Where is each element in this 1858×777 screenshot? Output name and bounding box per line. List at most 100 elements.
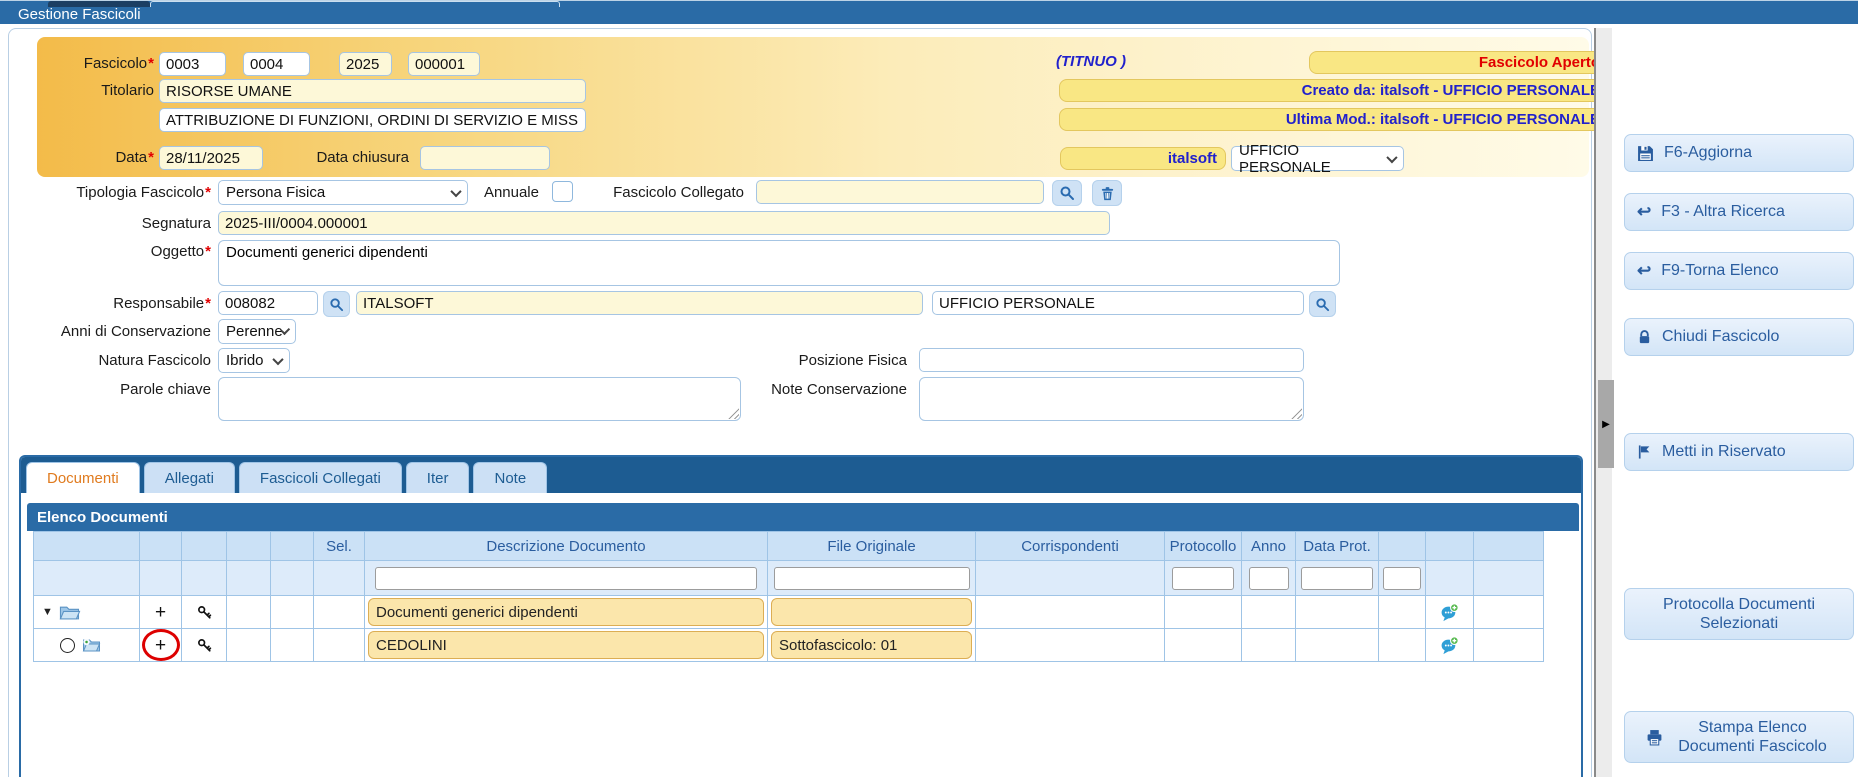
metti-in-riservato-button[interactable]: Metti in Riservato bbox=[1624, 433, 1854, 471]
fascicolo-field-1[interactable] bbox=[159, 52, 226, 76]
oggetto-field[interactable]: Documenti generici dipendenti bbox=[218, 240, 1340, 286]
tab-iter[interactable]: Iter bbox=[406, 462, 470, 493]
search-icon bbox=[329, 297, 344, 312]
tab-documenti[interactable]: Documenti bbox=[26, 462, 140, 493]
responsabile-label: Responsabile* bbox=[9, 295, 211, 312]
main-panel: Fascicolo* (TITNUO ) Fascicolo Aperto Ti… bbox=[8, 28, 1592, 777]
ufficio-select[interactable]: UFFICIO PERSONALE bbox=[1231, 146, 1404, 171]
responsabile-search-button[interactable] bbox=[323, 291, 350, 317]
f9-torna-elenco-button[interactable]: ↩ F9-Torna Elenco bbox=[1624, 252, 1854, 290]
back-arrow-icon: ↩ bbox=[1637, 202, 1651, 222]
key-icon bbox=[197, 605, 212, 620]
cell-blank bbox=[1474, 596, 1543, 629]
natura-fascicolo-value: Ibrido bbox=[226, 352, 264, 369]
responsabile-code-field[interactable] bbox=[218, 291, 318, 315]
filter-blank bbox=[140, 561, 182, 596]
tipologia-label: Tipologia Fascicolo* bbox=[9, 184, 211, 201]
natura-fascicolo-select[interactable]: Ibrido bbox=[218, 348, 290, 373]
required-asterisk: * bbox=[205, 295, 211, 312]
fascicolo-collegato-delete-button[interactable] bbox=[1092, 180, 1122, 206]
filter-extra-input[interactable] bbox=[1383, 567, 1421, 590]
tab-note[interactable]: Note bbox=[473, 462, 547, 493]
fascicolo-collegato-field[interactable] bbox=[756, 180, 1044, 204]
cell-file-originale[interactable]: Sottofascicolo: 01 bbox=[771, 631, 972, 659]
titnuo-label: (TITNUO ) bbox=[1056, 53, 1126, 70]
tab-strip: Documenti Allegati Fascicoli Collegati I… bbox=[21, 457, 1581, 493]
cell-descrizione[interactable]: CEDOLINI bbox=[368, 631, 764, 659]
required-asterisk: * bbox=[205, 184, 211, 201]
cell-file-originale[interactable] bbox=[771, 598, 972, 626]
filter-file-input[interactable] bbox=[774, 567, 970, 590]
tab-allegati[interactable]: Allegati bbox=[144, 462, 235, 493]
header-protocollo[interactable]: Protocollo bbox=[1165, 532, 1242, 561]
filter-blank bbox=[182, 561, 227, 596]
cell-descrizione[interactable]: Documenti generici dipendenti bbox=[368, 598, 764, 626]
permissions-button[interactable] bbox=[182, 629, 227, 662]
responsabile-office-search-button[interactable] bbox=[1309, 291, 1336, 317]
app-window: Gestione Fascicoli Fascicolo* (TITNUO ) … bbox=[0, 0, 1858, 777]
tab-fascicoli-collegati[interactable]: Fascicoli Collegati bbox=[239, 462, 402, 493]
responsabile-office-field[interactable] bbox=[932, 291, 1304, 315]
expand-icon[interactable]: ▼ bbox=[42, 606, 53, 618]
creato-da-badge: Creato da: italsoft - UFFICIO PERSONALE bbox=[1059, 79, 1609, 102]
fascicolo-collegato-search-button[interactable] bbox=[1052, 180, 1082, 206]
add-document-button[interactable]: + bbox=[155, 603, 166, 622]
cell-blank bbox=[271, 596, 314, 629]
fascicolo-field-2[interactable] bbox=[243, 52, 310, 76]
cell-data-prot bbox=[1296, 596, 1379, 629]
parole-chiave-field[interactable] bbox=[218, 377, 741, 421]
chiudi-fascicolo-button[interactable]: Chiudi Fascicolo bbox=[1624, 318, 1854, 356]
trash-icon bbox=[1100, 186, 1115, 201]
header-data-prot[interactable]: Data Prot. bbox=[1296, 532, 1379, 561]
titolario-field-2[interactable] bbox=[159, 108, 586, 132]
elenco-documenti-header: Elenco Documenti bbox=[27, 503, 1579, 531]
filter-descrizione-input[interactable] bbox=[375, 567, 757, 590]
segnatura-field[interactable] bbox=[218, 211, 1110, 235]
search-icon bbox=[1315, 297, 1330, 312]
segnatura-label: Segnatura bbox=[9, 215, 211, 232]
header-file-originale[interactable]: File Originale bbox=[768, 532, 976, 561]
protocolla-documenti-button[interactable]: Protocolla Documenti Selezionati bbox=[1624, 588, 1854, 640]
header-anno[interactable]: Anno bbox=[1242, 532, 1296, 561]
comment-add-icon bbox=[1440, 636, 1459, 655]
note-conservazione-field[interactable] bbox=[919, 377, 1304, 421]
f6-aggiorna-button[interactable]: F6-Aggiorna bbox=[1624, 134, 1854, 172]
fascicolo-field-year[interactable] bbox=[339, 52, 392, 76]
filter-anno-input[interactable] bbox=[1249, 567, 1289, 590]
data-field[interactable] bbox=[159, 146, 263, 170]
splitter-handle[interactable]: ▶ bbox=[1598, 380, 1614, 468]
button-label: F3 - Altra Ricerca bbox=[1661, 202, 1785, 221]
notes-button[interactable] bbox=[1426, 596, 1474, 629]
table-header-row: Sel. Descrizione Documento File Original… bbox=[34, 532, 1543, 561]
titolario-field-1[interactable] bbox=[159, 79, 586, 103]
table-row: + CEDOLINI Sottofascicolo: 01 bbox=[34, 629, 1543, 662]
posizione-fisica-field[interactable] bbox=[919, 348, 1304, 372]
oggetto-label: Oggetto* bbox=[9, 243, 211, 260]
filter-data-prot-input[interactable] bbox=[1301, 567, 1373, 590]
permissions-button[interactable] bbox=[182, 596, 227, 629]
f3-altra-ricerca-button[interactable]: ↩ F3 - Altra Ricerca bbox=[1624, 193, 1854, 231]
stampa-elenco-button[interactable]: Stampa Elenco Documenti Fascicolo bbox=[1624, 711, 1854, 763]
key-icon bbox=[197, 638, 212, 653]
comment-add-icon bbox=[1440, 603, 1459, 622]
data-chiusura-field[interactable] bbox=[420, 146, 550, 170]
panel-splitter[interactable]: ▶ bbox=[1594, 28, 1612, 777]
header-descrizione[interactable]: Descrizione Documento bbox=[365, 532, 768, 561]
anni-conservazione-select[interactable]: Perenne bbox=[218, 319, 296, 344]
natura-fascicolo-label: Natura Fascicolo bbox=[9, 352, 211, 369]
ufficio-select-value: UFFICIO PERSONALE bbox=[1239, 142, 1388, 176]
ultima-mod-badge: Ultima Mod.: italsoft - UFFICIO PERSONAL… bbox=[1059, 108, 1609, 131]
background-tab[interactable] bbox=[150, 1, 560, 7]
cell-corrispondenti bbox=[976, 596, 1165, 629]
filter-protocollo-input[interactable] bbox=[1172, 567, 1234, 590]
notes-button[interactable] bbox=[1426, 629, 1474, 662]
search-icon bbox=[1059, 185, 1075, 201]
row-radio-button[interactable] bbox=[60, 638, 75, 653]
add-document-button[interactable]: + bbox=[155, 636, 166, 655]
button-label: Chiudi Fascicolo bbox=[1662, 327, 1779, 346]
fascicolo-field-number[interactable] bbox=[408, 52, 480, 76]
cell-anno bbox=[1242, 596, 1296, 629]
header-corrispondenti[interactable]: Corrispondenti bbox=[976, 532, 1165, 561]
responsabile-name-field[interactable] bbox=[356, 291, 923, 315]
folder-open-icon bbox=[59, 604, 81, 621]
